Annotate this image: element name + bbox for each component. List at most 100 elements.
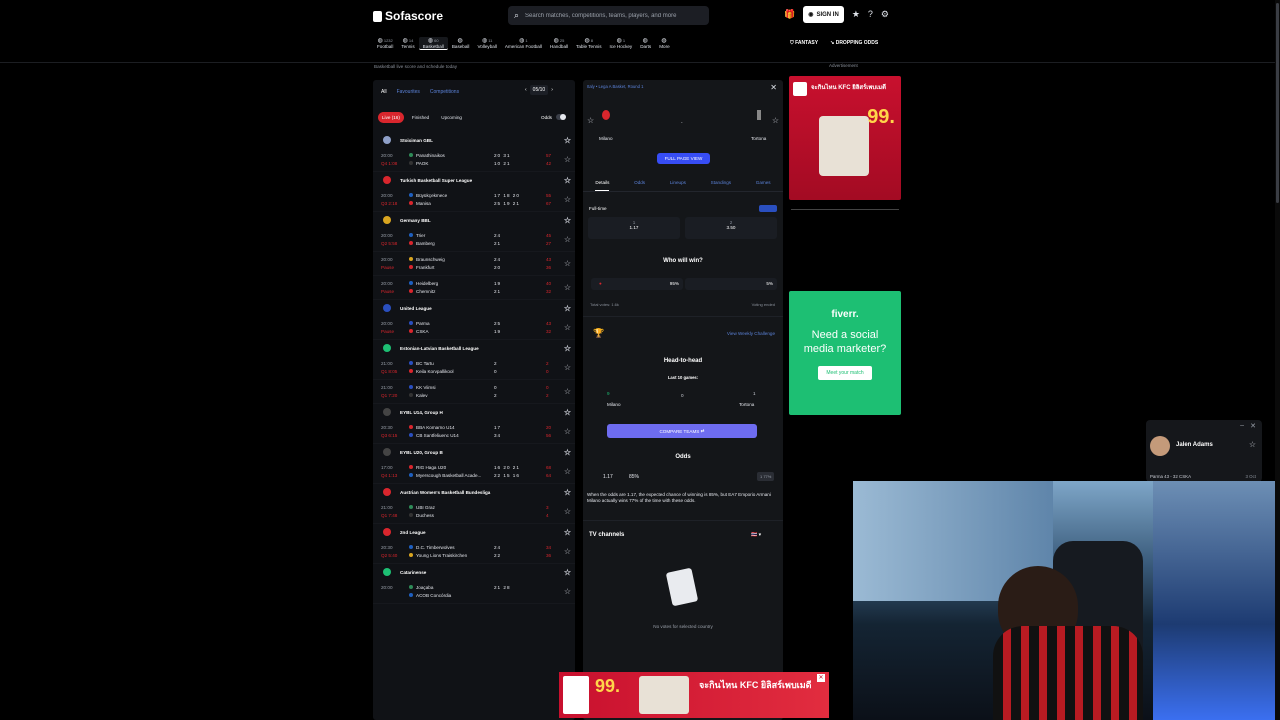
settings-icon[interactable]: ⚙ [881,10,889,19]
sport-tab-table-tennis[interactable]: ◍ 8 Table Tennis [572,37,605,50]
sport-tab-american-football[interactable]: ◍ 1 American Football [501,37,546,50]
match-row[interactable]: 17:00 Q4 1:13 RIG Haga U20 Myerscough Baske… [373,460,575,484]
match-row[interactable]: 20:30 Q2 5:40 D.C. Timberwolves Young Lions… [373,540,575,564]
scrollbar-thumb[interactable] [1276,3,1279,203]
odd-home[interactable]: 1 1.17 [588,217,680,239]
fantasy-link[interactable]: ⛉ FANTASY [790,40,818,46]
player-card[interactable]: – ✕ Jalen Adams ☆ Parma 43 - 32 CSKA 3 O… [1146,420,1262,482]
sport-tab-darts[interactable]: ◍ Darts [636,37,655,50]
league-header[interactable]: Austrian Women's Basketball Bundesliga ☆ [373,484,575,500]
fiverr-ad[interactable]: fiverr. Need a social media marketer? Me… [789,291,901,415]
search-input[interactable] [525,12,696,19]
match-row[interactable]: 20:00 Pause Parma CSKA 25 19 43 32 ☆ [373,316,575,340]
vote-away[interactable]: 5% [685,278,777,290]
away-team-logo[interactable] [757,110,761,120]
home-team-logo[interactable] [602,110,610,120]
bookmaker-badge[interactable] [759,205,777,212]
match-favorite-star-icon[interactable]: ☆ [564,155,571,164]
sofascore-logo[interactable]: Sofascore [373,9,443,23]
tab-favourites[interactable]: Favourites [397,89,420,95]
league-pin-star-icon[interactable]: ☆ [564,568,571,577]
match-row[interactable]: 21:00 Q1 7:48 UBI Graz Duchess 3 4 ☆ [373,500,575,524]
kfc-ad[interactable]: จะกินไหน KFC ยิลิสร์เพบเมดี 99. [789,76,901,200]
league-pin-star-icon[interactable]: ☆ [564,136,571,145]
minimize-icon[interactable]: – [1240,422,1244,429]
sport-tab-ice-hockey[interactable]: ◍ 1 Ice Hockey [606,37,637,50]
favorite-away-star-icon[interactable]: ☆ [772,116,779,125]
filter-finished[interactable]: Finished [408,112,433,123]
odds-toggle[interactable]: Odds [541,114,566,120]
league-header[interactable]: Germany BBL ☆ [373,212,575,228]
ad-close-icon[interactable]: ✕ [817,674,825,682]
match-favorite-star-icon[interactable]: ☆ [564,587,571,596]
match-favorite-star-icon[interactable]: ☆ [564,427,571,436]
league-header[interactable]: 2nd League ☆ [373,524,575,540]
next-day-icon[interactable]: › [551,87,553,93]
match-favorite-star-icon[interactable]: ☆ [564,195,571,204]
kfc-bottom-banner[interactable]: 99. จะกินไหน KFC ยิลิสร์เพบเมดี ✕ [559,672,829,718]
league-pin-star-icon[interactable]: ☆ [564,304,571,313]
league-header[interactable]: EYBL U14, Group H ☆ [373,404,575,420]
tab-games[interactable]: Games [756,180,771,191]
match-row[interactable]: 20:00 Joaçaba ACOB Concórdia 21 28 ☆ [373,580,575,604]
league-pin-star-icon[interactable]: ☆ [564,488,571,497]
match-row[interactable]: 20:00 Q2 5:58 Trier Bamberg 24 21 45 27 ☆ [373,228,575,252]
dropping-odds-link[interactable]: ↘ DROPPING ODDS [830,40,878,46]
odd-away[interactable]: 2 3.50 [685,217,777,239]
match-favorite-star-icon[interactable]: ☆ [564,283,571,292]
full-page-view-button[interactable]: FULL PAGE VIEW [657,153,710,164]
tab-competitions[interactable]: Competitions [430,89,459,95]
match-favorite-star-icon[interactable]: ☆ [564,547,571,556]
tab-details[interactable]: Details [595,180,610,191]
match-favorite-star-icon[interactable]: ☆ [564,363,571,372]
match-favorite-star-icon[interactable]: ☆ [564,323,571,332]
gift-icon[interactable]: 🎁 [784,10,795,19]
tab-lineups[interactable]: Lineups [670,180,686,191]
away-team-name[interactable]: Tortona [751,136,766,141]
compare-teams-button[interactable]: COMPARE TEAMS ⇄ [607,424,757,438]
match-row[interactable]: 20:00 Pause Heidelberg Chemnitz 19 21 40 32 ☆ [373,276,575,300]
filter-live[interactable]: Live (16) [378,112,404,123]
search-bar[interactable]: ⌕ [508,6,709,25]
vote-home[interactable]: ● 95% [591,278,683,290]
league-header[interactable]: United League ☆ [373,300,575,316]
league-pin-star-icon[interactable]: ☆ [564,344,571,353]
league-pin-star-icon[interactable]: ☆ [564,528,571,537]
star-icon[interactable]: ★ [852,10,860,19]
sport-tab-more[interactable]: ◍ More [655,37,673,50]
match-favorite-star-icon[interactable]: ☆ [564,507,571,516]
sign-in-button[interactable]: ◉ SIGN IN [803,6,844,23]
page-scrollbar[interactable] [1275,0,1280,720]
match-favorite-star-icon[interactable]: ☆ [564,259,571,268]
league-pin-star-icon[interactable]: ☆ [564,176,571,185]
sport-tab-football[interactable]: ◍ 1232 Football [373,37,397,50]
home-team-name[interactable]: Milano [599,136,613,141]
league-header[interactable]: Catarinense ☆ [373,564,575,580]
sport-tab-tennis[interactable]: ◍ 14 Tennis [397,37,418,50]
league-pin-star-icon[interactable]: ☆ [564,216,571,225]
player-favorite-star-icon[interactable]: ☆ [1249,440,1256,449]
fiverr-cta-button[interactable]: Meet your match [818,366,872,380]
match-favorite-star-icon[interactable]: ☆ [564,467,571,476]
match-row[interactable]: 21:00 Q1 8:05 BC Tartu Keila Korvpallikool 2… [373,356,575,380]
tab-all[interactable]: All [381,89,387,95]
prev-day-icon[interactable]: ‹ [525,87,527,93]
odds-switch[interactable] [555,114,566,120]
league-header[interactable]: Stoiximan GBL ☆ [373,132,575,148]
match-favorite-star-icon[interactable]: ☆ [564,235,571,244]
match-row[interactable]: 20:00 Pause Braunschweig Frankfurt 24 20 43 36 ☆ [373,252,575,276]
sport-tab-handball[interactable]: ◍ 25 Handball [546,37,572,50]
close-icon[interactable]: ✕ [770,83,777,92]
tab-odds[interactable]: Odds [634,180,645,191]
match-favorite-star-icon[interactable]: ☆ [564,387,571,396]
league-pin-star-icon[interactable]: ☆ [564,408,571,417]
favorite-home-star-icon[interactable]: ☆ [587,116,594,125]
sport-tab-basketball[interactable]: ◍ 60 Basketball [418,37,448,50]
league-pin-star-icon[interactable]: ☆ [564,448,571,457]
sport-tab-volleyball[interactable]: ◍ 11 Volleyball [473,37,500,50]
match-row[interactable]: 20:00 Q4 1:08 Panathinaikos PAOK 20 31 10 21 5… [373,148,575,172]
country-select[interactable]: 🇹🇭 ▾ [751,532,761,538]
league-header[interactable]: Turkish Basketball Super League ☆ [373,172,575,188]
match-row[interactable]: 20:30 Q3 6:15 BBA Komarno U14 CB Santfeliue… [373,420,575,444]
match-competition[interactable]: Italy • Lega A Basket, Round 1 [587,84,643,89]
